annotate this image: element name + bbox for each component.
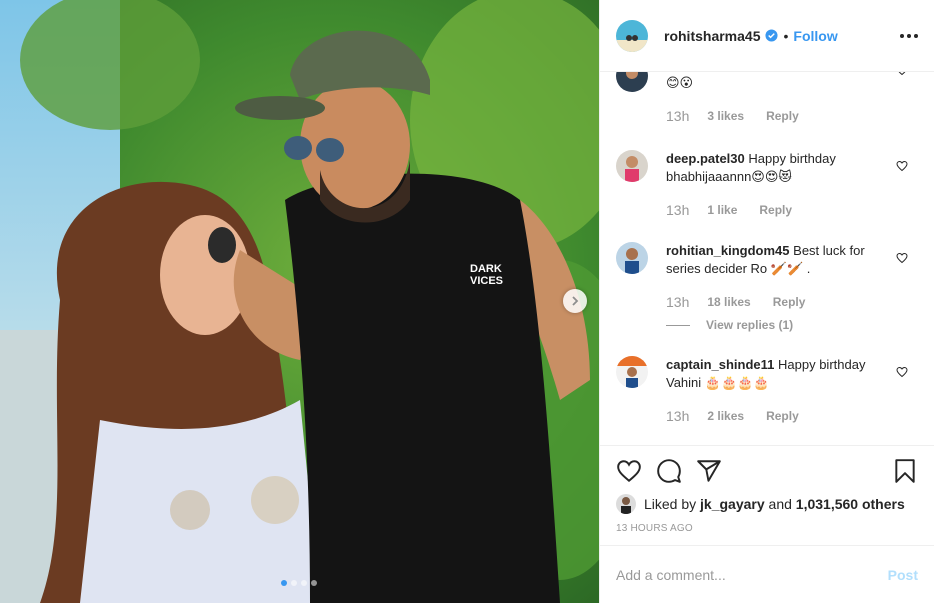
comment-text: 😊😮 <box>666 75 694 90</box>
reply-button[interactable]: Reply <box>766 409 799 423</box>
more-options-icon[interactable] <box>900 33 918 38</box>
comment-meta: 13h 2 likes Reply <box>666 408 799 424</box>
action-bar <box>616 458 918 484</box>
comment-time: 13h <box>666 108 690 124</box>
carousel-dot <box>311 580 317 586</box>
bookmark-icon[interactable] <box>892 458 918 484</box>
avatar[interactable] <box>616 494 636 514</box>
post-actions: Liked by jk_gayary and 1,031,560 others … <box>600 445 934 545</box>
reply-button[interactable]: Reply <box>766 109 799 123</box>
liked-by: Liked by jk_gayary and 1,031,560 others <box>616 494 905 514</box>
post-side-panel: rohitsharma45 • Follow 😊😮 13h 3 likes Re… <box>599 0 934 603</box>
comment-text: deep.patel30 Happy birthday bhabhijaaann… <box>666 151 836 184</box>
comment-time: 13h <box>666 294 690 310</box>
separator-dot: • <box>783 27 789 44</box>
post-photo[interactable]: DARK VICES <box>0 0 599 603</box>
post-header: rohitsharma45 • Follow <box>600 0 934 72</box>
heart-icon[interactable] <box>896 160 908 172</box>
chevron-right-icon <box>572 296 579 306</box>
avatar[interactable] <box>616 356 648 388</box>
share-icon[interactable] <box>696 458 722 484</box>
follow-button[interactable]: Follow <box>793 28 837 44</box>
reply-button[interactable]: Reply <box>773 295 806 309</box>
post-username[interactable]: rohitsharma45 <box>664 28 760 44</box>
heart-icon[interactable] <box>896 366 908 378</box>
comments-list[interactable]: 😊😮 13h 3 likes Reply deep.patel30 Happy … <box>600 72 934 445</box>
post-timestamp[interactable]: 13 HOURS AGO <box>616 523 693 534</box>
comment-item: deep.patel30 Happy birthday bhabhijaaann… <box>616 150 918 220</box>
post-comment-button[interactable]: Post <box>888 567 918 583</box>
comment-likes[interactable]: 18 likes <box>707 295 750 309</box>
comment-likes[interactable]: 2 likes <box>707 409 744 423</box>
avatar[interactable] <box>616 150 648 182</box>
carousel-next-button[interactable] <box>563 289 587 313</box>
avatar[interactable] <box>616 242 648 274</box>
carousel-dot <box>301 580 307 586</box>
view-replies-button[interactable]: View replies (1) <box>666 318 793 332</box>
comment-text: rohitian_kingdom45 Best luck for series … <box>666 243 865 276</box>
comment-meta: 13h 1 like Reply <box>666 202 792 218</box>
shirt-print: DARK <box>470 263 502 275</box>
avatar[interactable] <box>616 19 648 52</box>
comment-time: 13h <box>666 408 690 424</box>
verified-badge-icon <box>765 29 779 42</box>
comment-username[interactable]: deep.patel30 <box>666 151 745 166</box>
comment-item: captain_shinde11 Happy birthday Vahini 🎂… <box>616 356 918 426</box>
heart-icon[interactable] <box>896 72 908 76</box>
comment-meta: 13h 18 likes Reply <box>666 294 805 310</box>
comment-time: 13h <box>666 202 690 218</box>
comment-input[interactable] <box>616 566 888 583</box>
add-comment-bar: Post <box>600 545 934 603</box>
liked-by-user[interactable]: jk_gayary <box>700 496 765 512</box>
comment-item: rohitian_kingdom45 Best luck for series … <box>616 242 918 342</box>
comment-username[interactable]: rohitian_kingdom45 <box>666 243 790 258</box>
comment-likes[interactable]: 3 likes <box>707 109 744 123</box>
comment-meta: 13h 3 likes Reply <box>666 108 799 124</box>
post-image: DARK VICES <box>0 0 599 603</box>
comment-text: captain_shinde11 Happy birthday Vahini 🎂… <box>666 357 866 390</box>
carousel-indicator <box>281 580 317 586</box>
reply-button[interactable]: Reply <box>759 203 792 217</box>
heart-icon[interactable] <box>896 252 908 264</box>
carousel-dot <box>291 580 297 586</box>
avatar[interactable] <box>616 72 648 92</box>
likes-count[interactable]: 1,031,560 others <box>796 496 905 512</box>
heart-icon[interactable] <box>616 458 642 484</box>
shirt-print: VICES <box>470 275 503 287</box>
comment-likes[interactable]: 1 like <box>707 203 737 217</box>
comment-username[interactable]: captain_shinde11 <box>666 357 774 372</box>
comment-item: 😊😮 13h 3 likes Reply <box>616 72 918 130</box>
comment-icon[interactable] <box>656 458 682 484</box>
carousel-dot <box>281 580 287 586</box>
